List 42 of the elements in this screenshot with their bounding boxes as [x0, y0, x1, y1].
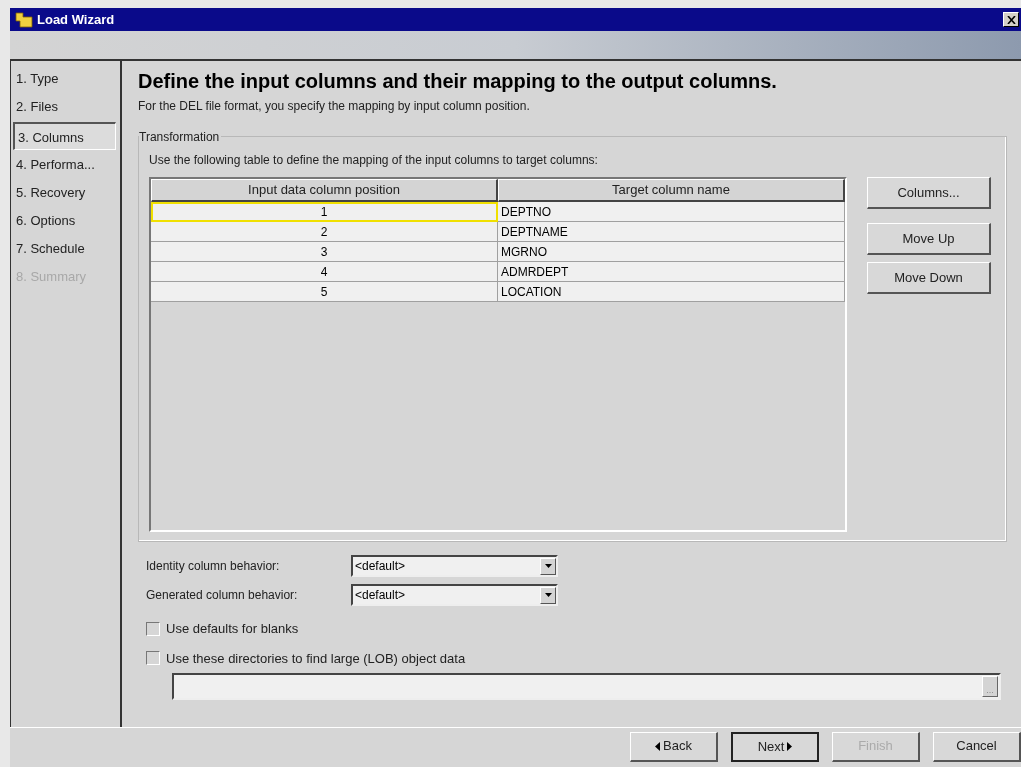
table-cell: DEPTNAME — [498, 222, 845, 242]
close-button[interactable] — [1003, 12, 1019, 27]
side-button[interactable]: Columns... — [867, 177, 991, 209]
dropdown[interactable]: <default> — [351, 555, 558, 577]
side-button[interactable]: Move Up — [867, 223, 991, 255]
table-cell: 5 — [151, 282, 498, 302]
step-item[interactable]: 6. Options — [13, 207, 116, 235]
step-item[interactable]: 1. Type — [13, 65, 116, 93]
table-cell: 4 — [151, 262, 498, 282]
close-icon — [1006, 15, 1016, 24]
field-label: Identity column behavior: — [146, 558, 281, 575]
side-button[interactable]: Move Down — [867, 262, 991, 294]
table-cell: 1 — [151, 202, 498, 222]
table-cell: MGRNO — [498, 242, 845, 262]
wizard-button[interactable]: Cancel — [933, 731, 1021, 762]
table-cell: ADMRDEPT — [498, 262, 845, 282]
table-cell: 2 — [151, 222, 498, 242]
wizard-button[interactable]: Next — [731, 731, 819, 762]
checkbox[interactable] — [146, 651, 160, 666]
column-header[interactable]: Target column name — [498, 179, 845, 202]
table-cell: DEPTNO — [498, 202, 845, 222]
field-label: Generated column behavior: — [146, 587, 299, 604]
folder-icon — [15, 11, 35, 28]
checkbox-label: Use defaults for blanks — [166, 620, 299, 638]
step-item[interactable]: 3. Columns — [13, 122, 116, 150]
table-cell: 3 — [151, 242, 498, 262]
column-header[interactable]: Input data column position — [151, 179, 498, 202]
step-item[interactable]: 7. Schedule — [13, 235, 116, 263]
page-heading: Define the input columns and their mapping to the output columns. — [138, 69, 778, 94]
left-arrow-icon — [655, 741, 661, 751]
table-cell: LOCATION — [498, 282, 845, 302]
instruction-text: Use the following table to define the mapping of the input columns to target columns: — [149, 152, 599, 169]
step-item[interactable]: 4. Performa... — [13, 151, 116, 179]
step-item[interactable]: 2. Files — [13, 93, 116, 121]
checkbox[interactable] — [146, 621, 160, 636]
right-arrow-icon — [787, 742, 793, 751]
description-text: For the DEL file format, you specify the mapping by input column position. — [138, 98, 531, 115]
window-title: Load Wizard — [37, 10, 115, 29]
dropdown[interactable]: <default> — [351, 584, 558, 606]
step-item[interactable]: 5. Recovery — [13, 179, 116, 207]
wizard-button[interactable]: Back — [630, 731, 718, 762]
checkbox-label: Use these directories to find large (LOB) object data — [166, 649, 466, 668]
